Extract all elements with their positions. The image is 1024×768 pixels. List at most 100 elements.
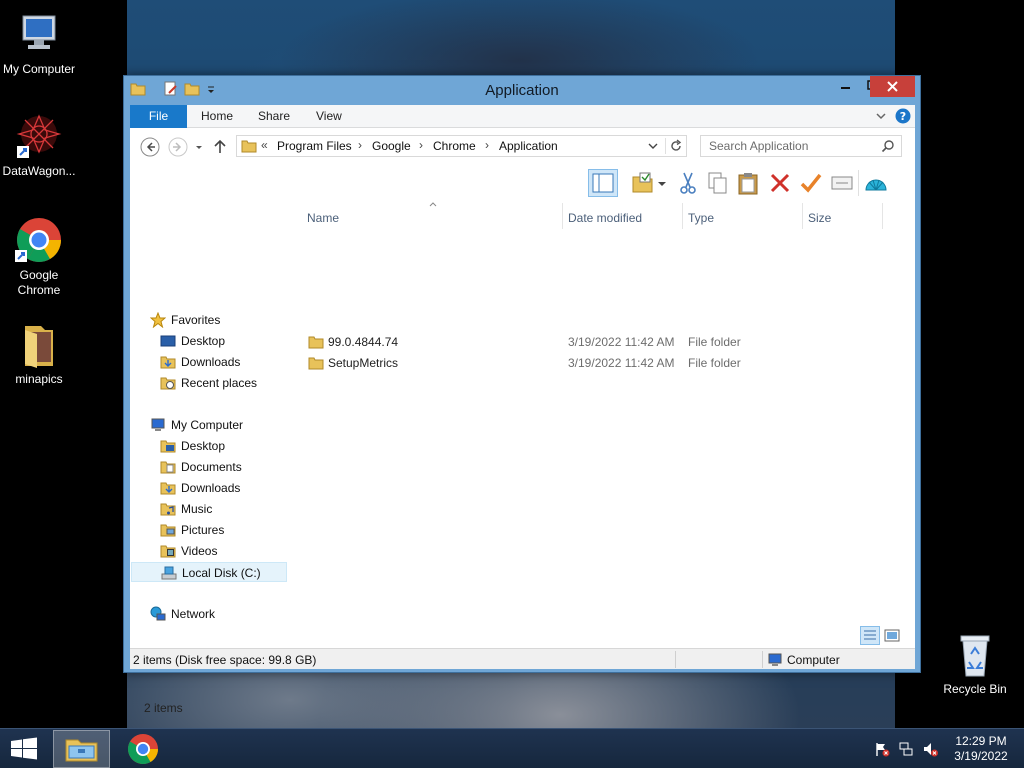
column-divider[interactable] [562,203,563,229]
details-view-button[interactable] [860,626,880,645]
close-button[interactable] [870,76,915,97]
nav-computer-videos[interactable]: Videos [160,541,280,561]
chrome-icon [15,216,63,264]
item-count: 2 items [144,701,183,715]
table-row[interactable]: SetupMetrics 3/19/2022 11:42 AM File fol… [300,353,915,374]
ribbon-tabs: File Home Share View ? [130,105,915,128]
window-title: Application [485,82,559,99]
videos-folder-icon [160,543,176,559]
nav-favorites-desktop[interactable]: Desktop [160,331,280,351]
nav-computer-downloads[interactable]: Downloads [160,478,280,498]
nav-computer-pictures[interactable]: Pictures [160,520,280,540]
tab-file[interactable]: File [130,105,187,128]
desktop-icon-label: Google Chrome [17,268,61,297]
desktop-icon-minapics[interactable]: minapics [0,320,81,387]
copy-icon[interactable] [705,170,731,196]
up-button[interactable] [210,137,230,157]
desktop-icon-recycle-bin[interactable]: Recycle Bin [933,632,1017,697]
table-row[interactable]: 99.0.4844.74 3/19/2022 11:42 AM File fol… [300,332,915,353]
delete-icon[interactable] [767,170,793,196]
desktop-icon-datawagon[interactable]: DataWagon... [0,112,81,179]
action-center-flag-icon[interactable] [874,741,890,757]
recent-locations-chevron-icon[interactable] [193,137,205,157]
paste-icon[interactable] [735,170,761,196]
rename-checkmark-icon[interactable] [798,170,824,196]
desktop-icon-google-chrome[interactable]: Google Chrome [0,216,81,298]
search-placeholder: Search Application [709,139,809,153]
file-type: File folder [688,335,741,349]
cut-icon[interactable] [675,170,701,196]
address-dropdown-chevron-icon[interactable] [647,139,659,156]
window-client: File Home Share View ? « Program Files ›… [130,105,915,715]
nav-computer-documents[interactable]: Documents [160,457,280,477]
address-bar-row: « Program Files › Google › Chrome › Appl… [130,128,915,167]
tab-home[interactable]: Home [187,105,247,128]
nav-computer-local-disk[interactable]: Local Disk (C:) [131,562,287,582]
column-header-name[interactable]: Name [307,211,339,225]
help-icon[interactable]: ? [895,108,911,127]
expand-ribbon-chevron-icon[interactable] [875,110,887,125]
forward-button[interactable] [168,137,188,157]
nav-my-computer[interactable]: My Computer [150,415,280,435]
column-divider[interactable] [882,203,883,229]
back-button[interactable] [140,137,160,157]
search-input[interactable]: Search Application [700,135,902,157]
documents-folder-icon [160,459,176,475]
nav-computer-music[interactable]: Music [160,499,280,519]
breadcrumb-application[interactable]: Application [499,139,558,153]
large-icons-view-button[interactable] [882,626,902,645]
nav-computer-desktop[interactable]: Desktop [160,436,280,456]
nav-label: Network [171,607,216,621]
refresh-icon[interactable] [669,139,683,156]
column-divider[interactable] [682,203,683,229]
preview-pane-button[interactable] [588,169,618,197]
computer-icon [767,652,783,671]
breadcrumb-separator-icon[interactable]: › [485,138,489,152]
title-bar[interactable]: Application [124,76,920,104]
nav-label: Documents [181,460,242,474]
tab-share[interactable]: Share [244,105,304,128]
search-icon[interactable] [881,139,895,156]
breadcrumb-separator-icon[interactable]: › [419,138,423,152]
file-date: 3/19/2022 11:42 AM [568,335,675,349]
new-folder-tool-icon[interactable] [630,170,656,196]
downloads-folder-icon [160,354,176,370]
address-field[interactable]: « Program Files › Google › Chrome › Appl… [236,135,687,157]
breadcrumb-program-files[interactable]: Program Files [277,139,352,153]
drive-icon [161,565,177,581]
nav-favorites-downloads[interactable]: Downloads [160,352,280,372]
column-divider[interactable] [802,203,803,229]
new-folder-dropdown-chevron-icon[interactable] [656,170,668,196]
file-explorer-icon [65,739,98,762]
network-tray-icon[interactable] [898,741,914,757]
properties-tool-icon[interactable] [829,170,855,196]
minimize-button[interactable] [832,76,859,97]
nav-favorites[interactable]: Favorites [149,310,280,330]
taskbar-clock[interactable]: 12:29 PM 3/19/2022 [950,734,1012,764]
desktop-icon-my-computer[interactable]: My Computer [0,10,81,77]
navigation-pane: Favorites Desktop Downloads Recent place… [130,197,290,633]
column-header-type[interactable]: Type [688,211,714,225]
desktop-folder-icon [160,438,176,454]
volume-muted-icon[interactable] [922,741,938,757]
file-name: 99.0.4844.74 [328,335,399,349]
breadcrumb-chrome[interactable]: Chrome [433,139,476,153]
tab-view[interactable]: View [302,105,356,128]
folder-options-shell-icon[interactable] [863,170,889,196]
desktop-icon [160,333,176,349]
nav-label: Music [181,502,213,516]
taskbar-file-explorer-button[interactable] [53,730,110,768]
nav-network[interactable]: Network [150,604,280,624]
start-button[interactable] [0,730,48,768]
nav-favorites-recent-places[interactable]: Recent places [160,373,280,393]
column-header-size[interactable]: Size [808,211,831,225]
status-divider [675,651,676,668]
nav-label: Favorites [171,313,221,327]
breadcrumb-separator-icon[interactable]: › [358,138,362,152]
folder-icon [15,320,63,368]
column-header-date-modified[interactable]: Date modified [568,211,642,225]
taskbar-chrome-button[interactable] [116,730,170,768]
nav-label: Downloads [181,355,241,369]
breadcrumb-overflow[interactable]: « [261,138,268,152]
breadcrumb-google[interactable]: Google [372,139,411,153]
